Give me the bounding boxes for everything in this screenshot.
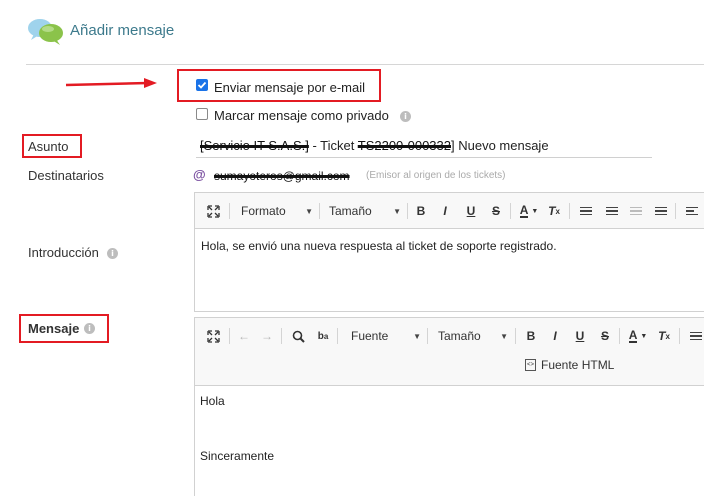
send-email-label: Enviar mensaje por e-mail	[214, 80, 366, 95]
search-icon[interactable]	[289, 327, 307, 345]
intro-body[interactable]: Hola, se envió una nueva respuesta al ti…	[195, 239, 704, 253]
format-label: Formato	[241, 204, 286, 218]
private-checkbox[interactable]	[196, 108, 208, 120]
underline-button[interactable]: U	[571, 327, 589, 345]
italic-button[interactable]: I	[436, 202, 454, 220]
toolbar-separator	[510, 203, 511, 219]
toolbar-separator	[675, 203, 676, 219]
toolbar-separator	[407, 203, 408, 219]
toolbar-separator	[679, 328, 680, 344]
bold-button[interactable]: B	[522, 327, 540, 345]
strikethrough-button[interactable]: S	[596, 327, 614, 345]
message-editor: ← → ba Fuente ▼ Tamaño ▼ B I U S A ▼ Tx <…	[194, 317, 704, 496]
speech-bubbles-icon	[26, 16, 66, 48]
subject-mid: - Ticket	[308, 138, 358, 153]
message-line-1[interactable]: Hola	[195, 394, 704, 408]
remove-format-icon[interactable]: Tx	[545, 202, 563, 220]
toolbar-separator	[229, 203, 230, 219]
send-email-checkbox[interactable]	[196, 79, 208, 91]
code-icon: <>	[525, 359, 536, 371]
recipients-label: Destinatarios	[28, 168, 104, 183]
replace-icon[interactable]: ba	[314, 327, 332, 345]
info-icon: i	[84, 323, 95, 334]
message-label: Mensaje	[28, 321, 80, 336]
indent-icon[interactable]	[652, 202, 670, 220]
text-color-button[interactable]: A ▼	[625, 327, 651, 345]
subject-label: Asunto	[28, 139, 69, 154]
numbered-list-icon[interactable]	[687, 327, 704, 345]
private-label: Marcar mensaje como privado	[214, 108, 389, 123]
size-dropdown[interactable]: Tamaño ▼	[329, 204, 401, 218]
format-dropdown[interactable]: Formato ▼	[241, 204, 313, 218]
maximize-icon[interactable]	[204, 327, 222, 345]
text-color-button[interactable]: A ▼	[516, 202, 542, 220]
numbered-list-icon[interactable]	[577, 202, 595, 220]
html-source-button[interactable]: <> Fuente HTML	[525, 358, 614, 372]
toolbar-separator	[515, 328, 516, 344]
toolbar-separator	[281, 328, 282, 344]
toolbar-separator	[337, 328, 338, 344]
size-label: Tamaño	[329, 204, 372, 218]
font-label: Fuente	[351, 329, 389, 343]
outdent-icon[interactable]	[627, 202, 645, 220]
chevron-down-icon: ▼	[305, 206, 313, 216]
message-size-dropdown[interactable]: Tamaño ▼	[438, 329, 508, 343]
subject-underline	[196, 157, 652, 158]
bullet-list-icon[interactable]	[603, 202, 621, 220]
strikethrough-button[interactable]: S	[487, 202, 505, 220]
size-label: Tamaño	[438, 329, 481, 343]
intro-label: Introducción	[28, 245, 99, 260]
chevron-down-icon: ▼	[413, 331, 421, 341]
toolbar-separator	[229, 328, 230, 344]
info-icon: i	[400, 111, 411, 122]
annotation-arrow	[65, 78, 157, 88]
page-title: Añadir mensaje	[70, 22, 175, 39]
recipient-email: sumayoteros@gmail.com	[214, 169, 350, 183]
undo-icon[interactable]: ←	[235, 327, 253, 345]
chevron-down-icon: ▼	[393, 206, 401, 216]
toolbar-separator	[319, 203, 320, 219]
subject-redacted-ticket: TS2200-000332	[357, 138, 451, 153]
redo-icon[interactable]: →	[258, 327, 276, 345]
align-left-icon[interactable]	[683, 202, 701, 220]
info-icon: i	[107, 248, 118, 259]
message-line-2[interactable]: Sinceramente	[195, 449, 704, 463]
font-dropdown[interactable]: Fuente ▼	[351, 329, 421, 343]
toolbar-separator	[427, 328, 428, 344]
remove-format-icon[interactable]: Tx	[655, 327, 673, 345]
html-source-label: Fuente HTML	[541, 358, 615, 372]
italic-button[interactable]: I	[546, 327, 564, 345]
header-divider	[26, 64, 704, 65]
toolbar-separator	[569, 203, 570, 219]
intro-editor: Formato ▼ Tamaño ▼ B I U S A ▼ Tx Hola, s…	[194, 192, 704, 312]
subject-end: ] Nuevo mensaje	[451, 138, 549, 153]
chevron-down-icon: ▼	[500, 331, 508, 341]
bold-button[interactable]: B	[412, 202, 430, 220]
at-icon: @	[193, 167, 206, 182]
subject-redacted-company: [Servicio IT S.A.S.]	[200, 138, 309, 153]
toolbar-separator	[619, 328, 620, 344]
intro-toolbar: Formato ▼ Tamaño ▼ B I U S A ▼ Tx	[195, 193, 704, 229]
message-toolbar: ← → ba Fuente ▼ Tamaño ▼ B I U S A ▼ Tx <…	[195, 318, 704, 386]
underline-button[interactable]: U	[462, 202, 480, 220]
recipient-note: (Emisor al origen de los tickets)	[366, 170, 506, 181]
maximize-icon[interactable]	[204, 202, 222, 220]
subject-input[interactable]: [Servicio IT S.A.S.] - Ticket TS2200-000…	[200, 138, 549, 153]
